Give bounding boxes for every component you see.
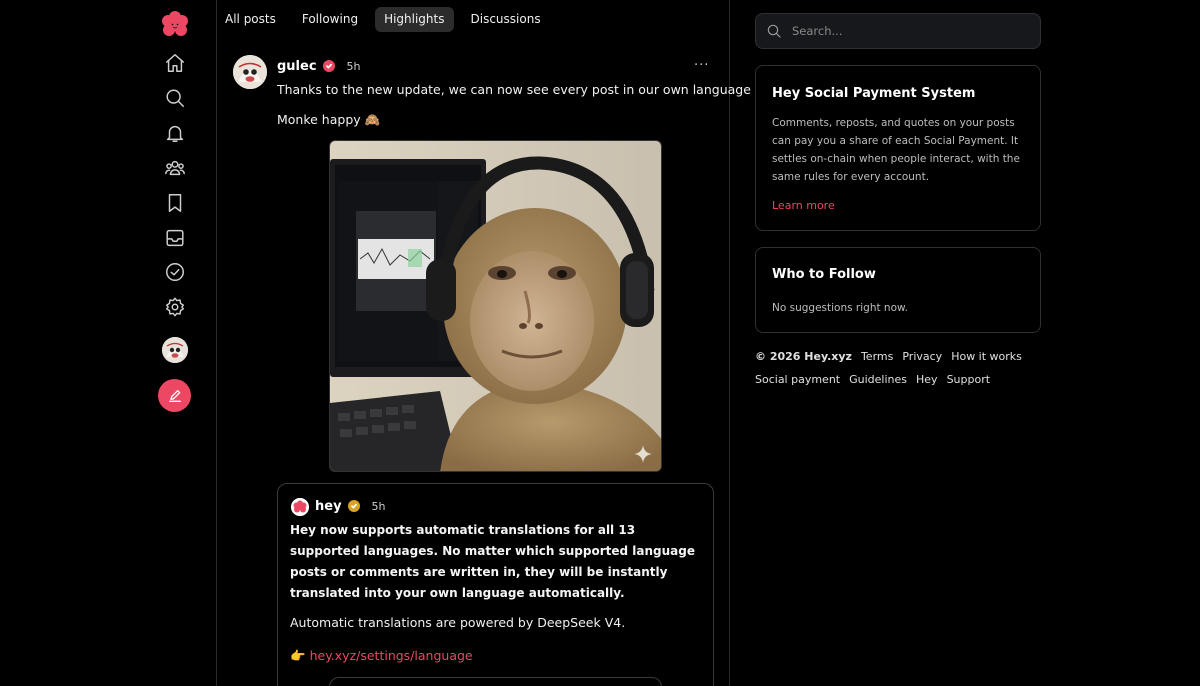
pointing-hand-icon: 👉 [290, 648, 306, 663]
feed-tabs: All posts Following Highlights Discussio… [216, 7, 550, 32]
edit-icon [168, 389, 181, 402]
sparkle-icon [634, 445, 652, 463]
inbox-icon[interactable] [162, 225, 188, 251]
search-input[interactable] [792, 24, 1022, 38]
quoted-post-headline: Hey now supports automatic translations … [290, 523, 695, 600]
quoted-post-time: 5h [371, 499, 386, 513]
footer-links: © 2026 Hey.xyz Terms Privacy How it work… [755, 350, 1045, 363]
verified-badge-icon [322, 60, 335, 72]
search-icon [767, 24, 781, 38]
footer-privacy-link[interactable]: Privacy [902, 350, 942, 363]
footer-social-payment-link[interactable]: Social payment [755, 373, 840, 386]
verified-badge-icon [347, 500, 360, 512]
payment-system-card: Hey Social Payment System Comments, repo… [755, 65, 1041, 231]
footer-copyright: © 2026 Hey.xyz [755, 350, 852, 363]
tab-following[interactable]: Following [293, 7, 367, 32]
compose-button[interactable] [158, 379, 191, 412]
search-icon[interactable] [162, 85, 188, 111]
quoted-post-header: hey 5h [315, 498, 386, 514]
settings-icon[interactable] [162, 294, 188, 320]
who-to-follow-empty: No suggestions right now. [772, 302, 908, 314]
search-bar [755, 13, 1041, 49]
post-text-line: Thanks to the new update, we can now see… [277, 82, 751, 97]
post-author-name[interactable]: gulec [277, 59, 317, 74]
footer-hey-link[interactable]: Hey [916, 373, 938, 386]
quoted-author-avatar[interactable] [291, 498, 309, 516]
footer-links: Social payment Guidelines Hey Support [755, 373, 1045, 386]
who-to-follow-card: Who to Follow No suggestions right now. [755, 247, 1041, 333]
post-time: 5h [346, 59, 361, 73]
post-author-avatar[interactable] [233, 55, 267, 89]
footer-guidelines-link[interactable]: Guidelines [849, 373, 907, 386]
post-image[interactable] [329, 140, 662, 472]
profile-avatar[interactable] [162, 337, 188, 363]
tab-all-posts[interactable]: All posts [216, 7, 285, 32]
home-icon[interactable] [162, 50, 188, 76]
learn-more-link[interactable]: Learn more [772, 199, 835, 212]
quoted-post-link-row: 👉 hey.xyz/settings/language [290, 648, 473, 664]
post-header: gulec 5h [277, 57, 361, 75]
who-to-follow-title: Who to Follow [772, 267, 876, 282]
quoted-post-embed[interactable] [329, 677, 662, 686]
tab-discussions[interactable]: Discussions [462, 7, 550, 32]
check-circle-icon[interactable] [162, 259, 188, 285]
footer-support-link[interactable]: Support [947, 373, 990, 386]
footer-terms-link[interactable]: Terms [861, 350, 893, 363]
tab-highlights[interactable]: Highlights [375, 7, 454, 32]
post-text-line: Monke happy 🙈 [277, 112, 381, 127]
quoted-author-name[interactable]: hey [315, 499, 342, 514]
payment-card-title: Hey Social Payment System [772, 86, 976, 101]
groups-icon[interactable] [162, 155, 188, 181]
quoted-post-text: Automatic translations are powered by De… [290, 615, 626, 630]
bell-icon[interactable] [162, 120, 188, 146]
payment-card-body: Comments, reposts, and quotes on your po… [772, 117, 1020, 183]
bookmark-icon[interactable] [162, 190, 188, 216]
footer-how-it-works-link[interactable]: How it works [951, 350, 1022, 363]
settings-language-link[interactable]: hey.xyz/settings/language [310, 648, 473, 664]
post-more-icon[interactable]: ··· [694, 58, 709, 73]
